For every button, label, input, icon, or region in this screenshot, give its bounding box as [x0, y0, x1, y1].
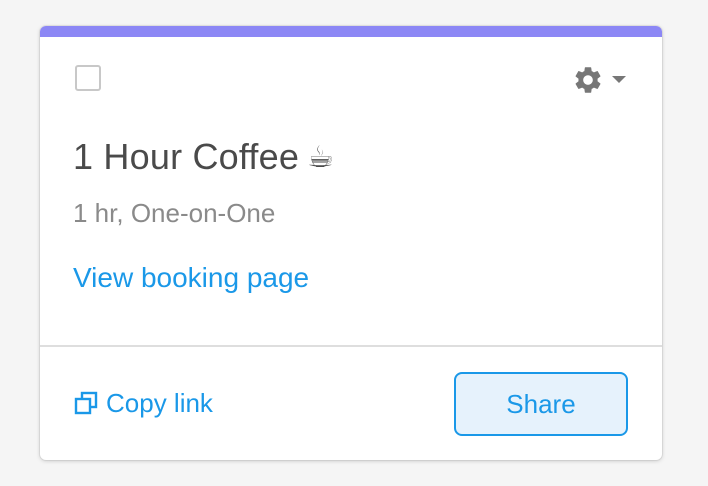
select-checkbox[interactable]: [75, 65, 101, 91]
event-details: 1 hr, One-on-One: [73, 198, 276, 228]
card-accent-bar: [40, 26, 662, 37]
copy-link-label: Copy link: [106, 387, 213, 418]
copy-link-button[interactable]: Copy link: [74, 387, 213, 419]
view-booking-page-link[interactable]: View booking page: [73, 262, 309, 294]
coffee-icon: ☕: [307, 141, 335, 174]
event-title-text: 1 Hour Coffee: [73, 136, 300, 177]
event-type-card: 1 Hour Coffee ☕ 1 hr, One-on-One View boo…: [40, 26, 662, 460]
copy-icon: [74, 391, 98, 415]
settings-menu-button[interactable]: [572, 64, 632, 96]
share-button[interactable]: Share: [454, 372, 628, 436]
caret-down-icon: [612, 76, 626, 83]
gear-icon: [575, 67, 601, 93]
divider: [40, 345, 662, 347]
event-title: 1 Hour Coffee ☕: [73, 136, 334, 178]
